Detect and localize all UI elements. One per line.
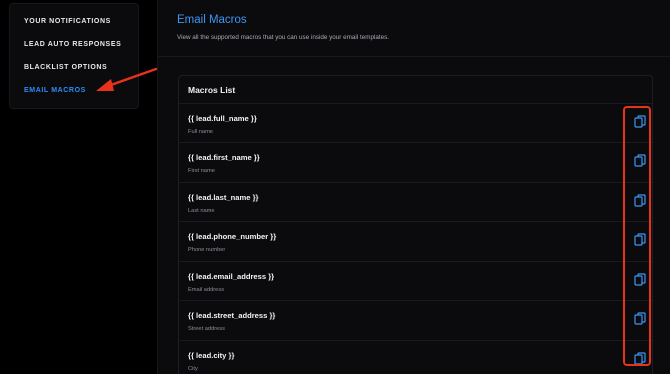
macro-row: {{ lead.city }} City <box>179 340 652 374</box>
sidebar-item-your-notifications[interactable]: YOUR NOTIFICATIONS <box>24 18 111 25</box>
main-panel: Email Macros View all the supported macr… <box>157 0 670 374</box>
macro-row: {{ lead.last_name }} Last name <box>179 182 652 222</box>
macro-code: {{ lead.city }} <box>188 351 235 360</box>
macro-description: City <box>188 366 198 372</box>
macro-row: {{ lead.first_name }} First name <box>179 142 652 182</box>
header-divider <box>158 56 670 57</box>
macro-row: {{ lead.email_address }} Email address <box>179 261 652 301</box>
page-description: View all the supported macros that you c… <box>177 34 389 41</box>
macros-list-card: Macros List {{ lead.full_name }} Full na… <box>178 75 653 374</box>
macro-code: {{ lead.email_address }} <box>188 272 275 281</box>
macro-code: {{ lead.street_address }} <box>188 311 276 320</box>
macro-description: Last name <box>188 208 215 214</box>
macro-description: Email address <box>188 287 225 293</box>
macro-row: {{ lead.phone_number }} Phone number <box>179 221 652 261</box>
page-title: Email Macros <box>177 14 247 26</box>
macro-row: {{ lead.street_address }} Street address <box>179 300 652 340</box>
annotation-highlight-box <box>623 106 651 366</box>
page: YOUR NOTIFICATIONS LEAD AUTO RESPONSES B… <box>0 0 670 374</box>
macro-code: {{ lead.first_name }} <box>188 153 260 162</box>
sidebar-item-lead-auto-responses[interactable]: LEAD AUTO RESPONSES <box>24 41 121 48</box>
macro-code: {{ lead.last_name }} <box>188 193 259 202</box>
card-title: Macros List <box>188 85 236 95</box>
settings-sidebar: YOUR NOTIFICATIONS LEAD AUTO RESPONSES B… <box>9 3 139 109</box>
macro-code: {{ lead.full_name }} <box>188 114 257 123</box>
macro-row: {{ lead.full_name }} Full name <box>179 103 652 143</box>
macro-code: {{ lead.phone_number }} <box>188 232 277 241</box>
macro-description: Phone number <box>188 247 226 253</box>
macro-description: Street address <box>188 326 225 332</box>
sidebar-item-email-macros[interactable]: EMAIL MACROS <box>24 87 86 94</box>
sidebar-item-blacklist-options[interactable]: BLACKLIST OPTIONS <box>24 64 107 71</box>
macro-description: First name <box>188 168 215 174</box>
macro-description: Full name <box>188 129 213 135</box>
